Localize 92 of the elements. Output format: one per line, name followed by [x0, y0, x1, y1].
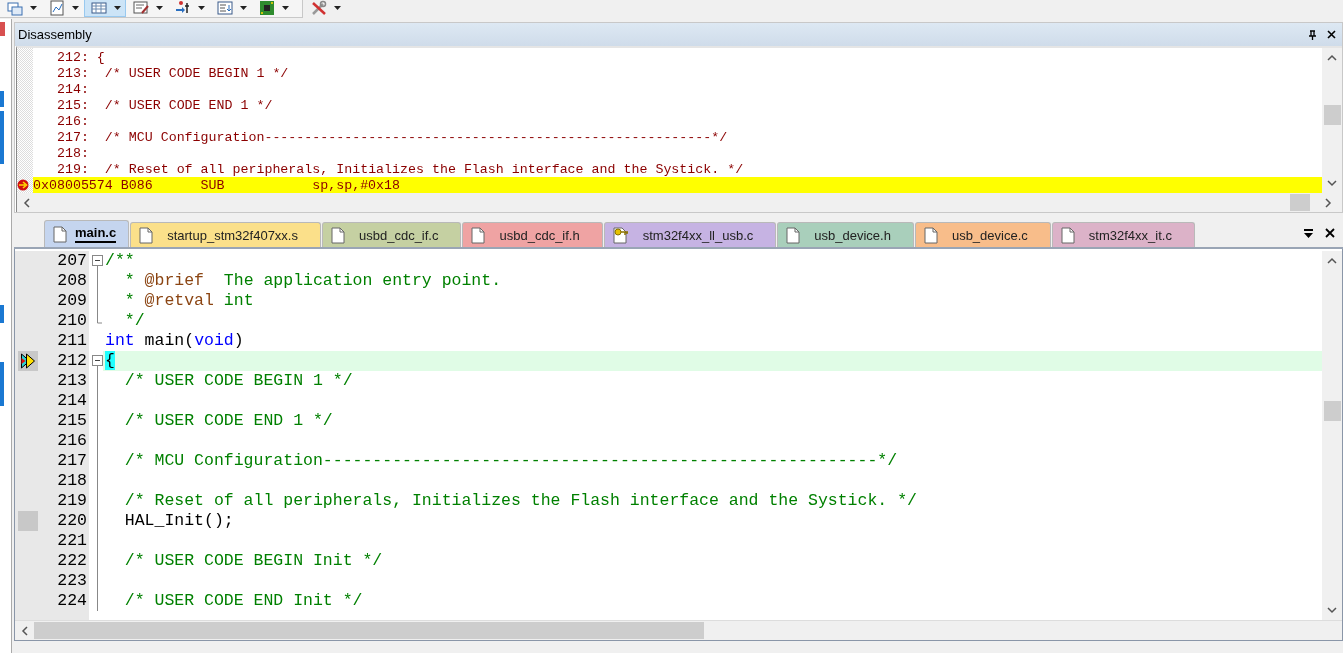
dropdown-caret-icon[interactable] — [72, 6, 79, 10]
source-line: 212: { — [55, 49, 105, 65]
dropdown-caret-icon[interactable] — [282, 6, 289, 10]
instruction-opcode: B086 — [120, 177, 154, 193]
code-line: /** — [105, 251, 135, 270]
code-line: /* USER CODE BEGIN 1 */ — [123, 371, 353, 390]
file-tab[interactable]: usbd_cdc_if.h — [462, 222, 603, 247]
file-tab[interactable]: usbd_cdc_if.c — [322, 222, 462, 247]
file-icon — [331, 226, 345, 244]
line-number: 217 — [56, 451, 87, 471]
file-icon — [923, 226, 938, 244]
horizontal-scrollbar[interactable] — [17, 193, 1342, 212]
instruction-mnemonic: SUB — [200, 177, 226, 193]
scroll-down-icon[interactable] — [1327, 180, 1337, 187]
dropdown-caret-icon[interactable] — [334, 6, 341, 10]
dropdown-caret-icon[interactable] — [30, 6, 37, 10]
file-tab[interactable]: stm32f4xx_it.c — [1051, 222, 1195, 247]
file-icon — [1060, 226, 1075, 244]
line-number: 223 — [56, 571, 87, 591]
scroll-down-icon[interactable] — [1327, 607, 1337, 614]
file-tab[interactable]: main.c — [44, 220, 130, 247]
file-icon — [786, 226, 801, 244]
close-icon[interactable] — [1325, 228, 1335, 238]
code-line: * @brief The application entry point. — [123, 271, 502, 290]
line-number: 207 — [56, 251, 87, 271]
line-number: 218 — [56, 471, 87, 491]
panel-title: Disassembly — [18, 27, 93, 42]
tools-icon — [311, 0, 327, 16]
code-line: /* USER CODE BEGIN Init */ — [123, 551, 383, 570]
current-instruction-icon — [17, 179, 31, 191]
code-line: int main(void) — [105, 331, 244, 350]
source-line: 215: /* USER CODE END 1 */ — [55, 97, 273, 113]
scrollbar-thumb[interactable] — [34, 622, 704, 639]
instruction-operands: sp,sp,#0x18 — [312, 177, 401, 193]
line-number: 219 — [56, 491, 87, 511]
vertical-scrollbar[interactable] — [1322, 48, 1342, 193]
line-number: 211 — [56, 331, 87, 351]
code-line: */ — [123, 311, 145, 330]
line-number: 221 — [56, 531, 87, 551]
code-line: /* USER CODE END Init */ — [123, 591, 363, 610]
file-icon — [471, 226, 486, 244]
scrollbar-thumb[interactable] — [1324, 105, 1341, 125]
tab-list-icon[interactable] — [1304, 228, 1313, 238]
line-number: 209 — [56, 291, 87, 311]
dropdown-caret-icon[interactable] — [240, 6, 247, 10]
source-line: 217: /* MCU Configuration--------------------------------------------------------*/ — [55, 129, 728, 145]
source-line: 216: — [55, 113, 89, 129]
line-number: 215 — [56, 411, 87, 431]
close-icon[interactable] — [1327, 30, 1336, 39]
vertical-scrollbar[interactable] — [1322, 251, 1342, 620]
line-number: 210 — [56, 311, 87, 331]
instruction-row[interactable]: 0x08005574 B086 SUB sp,sp,#0x18 — [33, 177, 1322, 193]
table-icon — [91, 0, 107, 16]
line-number: 220 — [56, 511, 87, 531]
code-line: /* USER CODE END 1 */ — [123, 411, 333, 430]
line-number: 224 — [56, 591, 87, 611]
file-icon — [53, 225, 67, 243]
code-line: * @retval int — [123, 291, 254, 310]
file-icon — [139, 226, 154, 244]
file-tab[interactable]: usb_device.c — [914, 222, 1051, 247]
line-number: 216 — [56, 431, 87, 451]
dropdown-caret-icon[interactable] — [198, 6, 205, 10]
source-line: 219: /* Reset of all peripherals, Initializes the Flash interface and the Systick. */ — [55, 161, 744, 177]
source-line: 218: — [55, 145, 89, 161]
file-tab[interactable]: startup_stm32f407xx.s — [130, 222, 321, 247]
pin-icon[interactable] — [1308, 29, 1317, 40]
circuit-board-icon — [259, 0, 275, 16]
scroll-right-icon[interactable] — [1325, 198, 1332, 208]
scrollbar-thumb[interactable] — [1290, 194, 1310, 211]
line-number: 213 — [56, 371, 87, 391]
line-number: 214 — [56, 391, 87, 411]
key-icon — [612, 226, 629, 244]
dropdown-caret-icon[interactable] — [114, 6, 121, 10]
file-tab[interactable]: stm32f4xx_ll_usb.c — [603, 222, 777, 247]
instruction-address: 0x08005574 — [33, 177, 114, 193]
dropdown-caret-icon[interactable] — [156, 6, 163, 10]
scroll-left-icon[interactable] — [23, 197, 30, 208]
source-line: 213: /* USER CODE BEGIN 1 */ — [55, 65, 289, 81]
code-line: HAL_Init(); — [123, 511, 234, 530]
line-number: 208 — [56, 271, 87, 291]
source-line: 214: — [55, 81, 89, 97]
scrollbar-thumb[interactable] — [1324, 401, 1341, 421]
line-number: 222 — [56, 551, 87, 571]
horizontal-scrollbar[interactable] — [15, 620, 1342, 640]
scroll-left-icon[interactable] — [21, 625, 28, 636]
file-tab[interactable]: usb_device.h — [777, 222, 914, 247]
arrow-icon — [175, 0, 191, 16]
code-line: /* MCU Configuration--------------------------------------------------------*/ — [123, 451, 898, 470]
line-number: 212 — [56, 351, 87, 371]
scroll-up-icon[interactable] — [1327, 257, 1337, 264]
code-line: /* Reset of all peripherals, Initializes the Flash interface and the Systick. */ — [123, 491, 917, 510]
scroll-up-icon[interactable] — [1327, 54, 1337, 61]
